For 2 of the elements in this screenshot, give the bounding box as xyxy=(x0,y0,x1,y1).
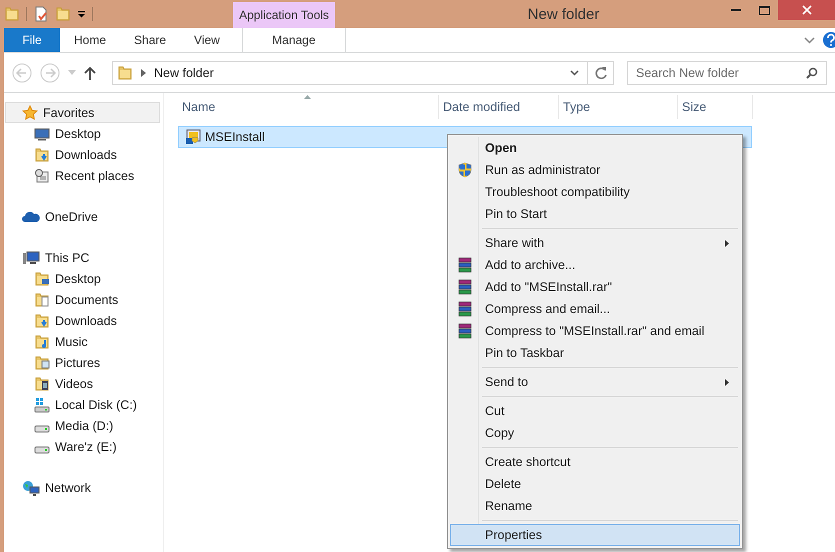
window-title: New folder xyxy=(526,6,600,22)
context-tab-group-label: Application Tools xyxy=(239,8,329,22)
